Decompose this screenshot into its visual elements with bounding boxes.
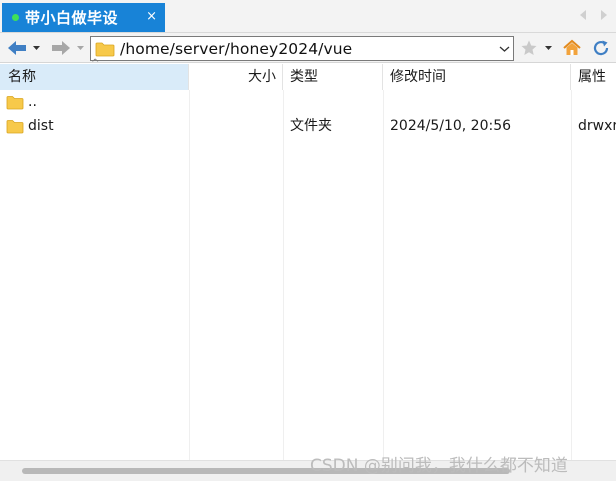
forward-arrow-icon xyxy=(52,41,70,55)
refresh-icon xyxy=(593,40,609,56)
column-divider xyxy=(283,90,284,460)
forward-history-dropdown[interactable] xyxy=(76,37,85,59)
table-row-parent-dir[interactable]: .. xyxy=(0,90,616,114)
table-row-dist[interactable]: dist 文件夹 2024/5/10, 20:56 drwxr xyxy=(0,114,616,138)
chevron-down-icon xyxy=(77,46,84,50)
file-list-header: ^ 名称 大小 类型 修改时间 属性 xyxy=(0,58,616,90)
file-attributes xyxy=(578,90,616,114)
watermark-text: CSDN @别问我，我什么都不知道 xyxy=(310,456,568,476)
folder-icon xyxy=(6,95,24,109)
file-attributes: drwxr xyxy=(578,118,616,134)
chevron-down-icon xyxy=(545,46,552,50)
column-header-name-label: 名称 xyxy=(8,69,36,85)
folder-icon xyxy=(6,119,24,133)
file-name-cell: .. xyxy=(6,90,37,114)
file-name-cell: dist xyxy=(6,114,54,138)
column-header-size[interactable]: 大小 xyxy=(190,64,283,90)
tab-scroll-left-icon[interactable] xyxy=(576,8,590,22)
column-divider xyxy=(571,90,572,460)
close-tab-icon[interactable]: × xyxy=(146,9,157,25)
home-button[interactable] xyxy=(562,37,582,59)
back-history-dropdown[interactable] xyxy=(32,37,41,59)
file-type: 文件夹 xyxy=(290,118,332,134)
connection-status-dot xyxy=(12,14,19,21)
column-header-modified[interactable]: 修改时间 xyxy=(384,64,571,90)
file-name: .. xyxy=(28,94,37,110)
back-button[interactable] xyxy=(6,37,28,59)
file-modified-time: 2024/5/10, 20:56 xyxy=(390,118,512,134)
address-path-input[interactable]: /home/server/honey2024/vue xyxy=(120,40,495,58)
file-name: dist xyxy=(28,118,54,134)
sort-ascending-icon: ^ xyxy=(91,58,100,69)
address-dropdown-button[interactable] xyxy=(495,45,513,53)
address-bar[interactable]: /home/server/honey2024/vue xyxy=(90,36,514,61)
tab-scroll-right-icon[interactable] xyxy=(597,8,611,22)
bookmark-button[interactable] xyxy=(520,37,538,59)
bookmark-dropdown[interactable] xyxy=(544,37,553,59)
refresh-button[interactable] xyxy=(591,37,611,59)
column-header-name[interactable]: ^ 名称 xyxy=(0,58,189,90)
column-divider xyxy=(383,90,384,460)
session-tab[interactable]: 带小白做毕设 × xyxy=(2,3,165,32)
forward-button[interactable] xyxy=(50,37,72,59)
back-arrow-icon xyxy=(8,41,26,55)
tab-strip: 带小白做毕设 × xyxy=(0,0,616,33)
column-header-attributes[interactable]: 属性 xyxy=(572,64,616,90)
column-divider xyxy=(189,90,190,460)
session-tab-label: 带小白做毕设 xyxy=(25,9,119,27)
home-icon xyxy=(563,39,581,55)
chevron-down-icon xyxy=(33,46,40,50)
folder-icon xyxy=(95,42,115,56)
chevron-down-icon xyxy=(499,46,509,52)
column-header-type[interactable]: 类型 xyxy=(284,64,383,90)
star-icon xyxy=(521,40,537,55)
